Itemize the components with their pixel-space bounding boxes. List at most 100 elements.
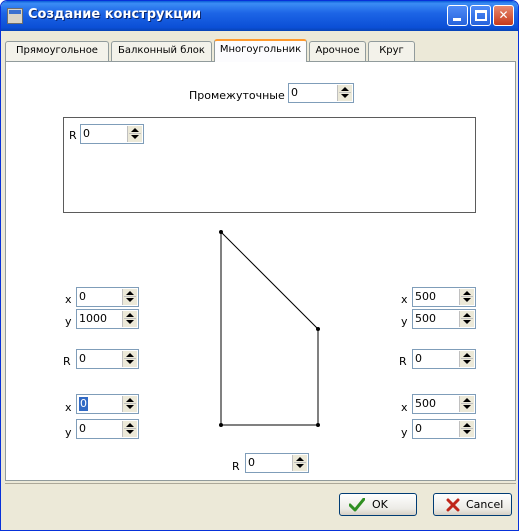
left-bottom-x-label: x <box>65 401 72 414</box>
bottom-r-spinner[interactable]: 0 <box>245 453 309 473</box>
down-arrow-icon[interactable] <box>341 94 349 98</box>
maximize-button[interactable] <box>470 5 491 26</box>
spinner-value: 1000 <box>79 312 107 325</box>
up-arrow-icon[interactable] <box>126 313 134 317</box>
tab-balcony-block[interactable]: Балконный блок <box>111 41 212 61</box>
ok-label: OK <box>372 498 388 511</box>
up-arrow-icon[interactable] <box>341 87 349 91</box>
down-arrow-icon[interactable] <box>296 464 304 468</box>
rbox-r-label: R <box>69 129 77 142</box>
down-arrow-icon[interactable] <box>126 405 134 409</box>
left-bottom-x-spinner[interactable]: 0 <box>76 394 139 414</box>
up-arrow-icon[interactable] <box>126 423 134 427</box>
vertex-point <box>316 327 320 331</box>
right-top-x-label: x <box>401 293 408 306</box>
up-arrow-icon[interactable] <box>463 423 471 427</box>
down-arrow-icon[interactable] <box>463 320 471 324</box>
left-top-x-label: x <box>65 293 72 306</box>
up-arrow-icon[interactable] <box>463 398 471 402</box>
spinner-arrows[interactable] <box>459 396 474 412</box>
up-arrow-icon[interactable] <box>463 353 471 357</box>
up-arrow-icon[interactable] <box>126 353 134 357</box>
right-r-label: R <box>399 355 407 368</box>
spinner-arrows[interactable] <box>122 421 137 437</box>
spinner-value: 0 <box>79 290 86 303</box>
left-r-label: R <box>63 355 71 368</box>
up-arrow-icon[interactable] <box>126 398 134 402</box>
vertex-point <box>219 230 223 234</box>
tab-circle[interactable]: Круг <box>368 41 415 61</box>
spinner-value: 0 <box>415 352 422 365</box>
divider <box>5 483 516 484</box>
spinner-arrows[interactable] <box>459 311 474 327</box>
cancel-x-icon <box>446 498 460 512</box>
close-button[interactable]: ✕ <box>493 5 514 26</box>
right-bottom-x-spinner[interactable]: 500 <box>412 394 476 414</box>
spinner-arrows[interactable] <box>122 351 137 367</box>
spinner-arrows[interactable] <box>459 421 474 437</box>
right-top-y-label: y <box>401 315 408 328</box>
tab-label: Прямоугольное <box>16 45 98 56</box>
spinner-arrows[interactable] <box>122 396 137 412</box>
spinner-value: 500 <box>415 312 436 325</box>
left-bottom-y-label: y <box>65 426 72 439</box>
left-bottom-y-spinner[interactable]: 0 <box>76 419 139 439</box>
spinner-value: 0 <box>291 86 298 99</box>
down-arrow-icon[interactable] <box>463 405 471 409</box>
vertex-point <box>316 423 320 427</box>
spinner-value: 0 <box>415 422 422 435</box>
cancel-button[interactable]: Cancel <box>433 493 512 516</box>
minimize-button[interactable] <box>447 5 468 26</box>
tab-label: Балконный блок <box>118 45 205 56</box>
spinner-arrows[interactable] <box>459 289 474 305</box>
spinner-value: 0 <box>248 456 255 469</box>
left-top-x-spinner[interactable]: 0 <box>76 287 139 307</box>
intermediate-label: Промежуточные <box>189 89 285 102</box>
tab-arched[interactable]: Арочное <box>309 41 366 61</box>
down-arrow-icon[interactable] <box>131 135 139 139</box>
spinner-value-selected[interactable]: 0 <box>79 397 88 411</box>
cancel-label: Cancel <box>466 498 504 511</box>
spinner-arrows[interactable] <box>337 85 352 101</box>
down-arrow-icon[interactable] <box>126 430 134 434</box>
right-r-spinner[interactable]: 0 <box>412 349 476 369</box>
minimize-icon <box>453 18 461 21</box>
down-arrow-icon[interactable] <box>463 360 471 364</box>
down-arrow-icon[interactable] <box>463 298 471 302</box>
bottom-r-label: R <box>232 460 240 473</box>
title-bar[interactable]: Создание конструкции ✕ <box>1 1 518 31</box>
maximize-icon <box>475 10 487 21</box>
tab-polygon[interactable]: Многоугольник <box>214 39 307 62</box>
tab-label: Многоугольник <box>219 44 302 55</box>
right-bottom-y-spinner[interactable]: 0 <box>412 419 476 439</box>
spinner-arrows[interactable] <box>292 455 307 471</box>
spinner-arrows[interactable] <box>459 351 474 367</box>
left-top-y-spinner[interactable]: 1000 <box>76 309 139 329</box>
window-icon <box>7 8 23 24</box>
vertex-point <box>219 423 223 427</box>
down-arrow-icon[interactable] <box>463 430 471 434</box>
right-top-y-spinner[interactable]: 500 <box>412 309 476 329</box>
spinner-value: 500 <box>415 290 436 303</box>
right-top-x-spinner[interactable]: 500 <box>412 287 476 307</box>
left-r-spinner[interactable]: 0 <box>76 349 139 369</box>
up-arrow-icon[interactable] <box>296 457 304 461</box>
down-arrow-icon[interactable] <box>126 298 134 302</box>
tab-label: Арочное <box>315 45 360 56</box>
up-arrow-icon[interactable] <box>126 291 134 295</box>
spinner-arrows[interactable] <box>127 126 142 142</box>
polygon-shape <box>219 230 320 427</box>
down-arrow-icon[interactable] <box>126 320 134 324</box>
up-arrow-icon[interactable] <box>131 128 139 132</box>
spinner-value: 500 <box>415 397 436 410</box>
spinner-arrows[interactable] <box>122 289 137 305</box>
rbox-r-spinner[interactable]: 0 <box>80 124 144 144</box>
spinner-value: 0 <box>79 422 86 435</box>
down-arrow-icon[interactable] <box>126 360 134 364</box>
up-arrow-icon[interactable] <box>463 291 471 295</box>
ok-button[interactable]: OK <box>339 493 417 516</box>
tab-rectangular[interactable]: Прямоугольное <box>5 41 109 61</box>
spinner-arrows[interactable] <box>122 311 137 327</box>
intermediate-spinner[interactable]: 0 <box>288 83 354 103</box>
up-arrow-icon[interactable] <box>463 313 471 317</box>
